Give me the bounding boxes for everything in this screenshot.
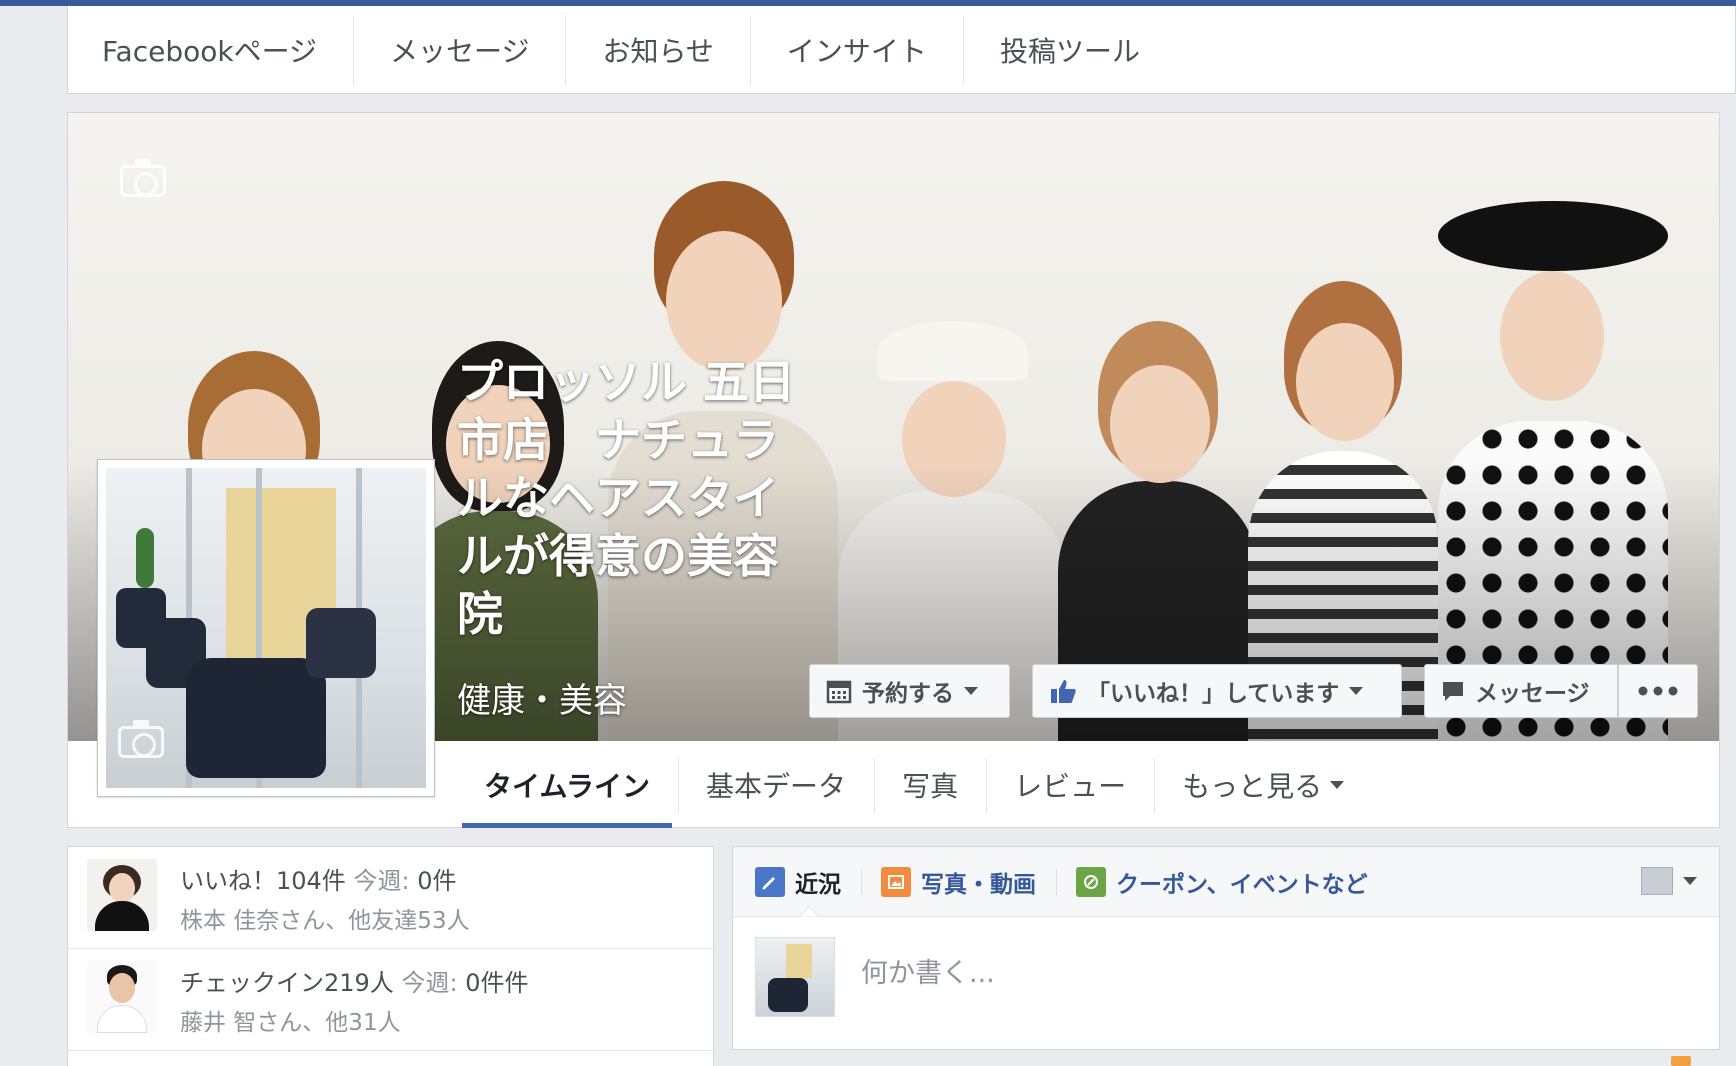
pencil-icon <box>755 866 785 897</box>
composer-tab-photo[interactable]: 写真・動画 <box>861 865 1056 899</box>
composer-tab-offer-label: クーポン、イベントなど <box>1116 871 1368 898</box>
likes-stat-row[interactable]: いいね！104件 今週: 0件 株本 佳奈さん、他友達53人 <box>68 847 713 949</box>
photo-icon <box>881 866 911 897</box>
offer-badge-icon <box>1076 866 1106 897</box>
profile-camera-icon[interactable] <box>118 720 164 758</box>
chevron-down-icon <box>1349 687 1364 695</box>
likes-count: いいね！104件 今週: 0件 <box>180 867 457 895</box>
avatar <box>87 961 157 1033</box>
checkins-friends-text[interactable]: 藤井 智さん、他31人 <box>180 1003 401 1037</box>
page-stats-card: いいね！104件 今週: 0件 株本 佳奈さん、他友達53人 チェックイン219… <box>67 846 714 1066</box>
salon-interior-photo <box>106 468 426 788</box>
message-label: メッセージ <box>1475 681 1590 707</box>
nav-messages[interactable]: メッセージ <box>354 14 567 85</box>
checkins-count: チェックイン219人 今週: 0件件 <box>180 969 529 997</box>
nav-notifications[interactable]: お知らせ <box>566 14 751 85</box>
composer-tab-status[interactable]: 近況 <box>755 865 861 899</box>
message-button[interactable]: メッセージ <box>1424 664 1618 718</box>
tab-more[interactable]: もっと見る <box>1154 742 1372 828</box>
likes-friends-text[interactable]: 株本 佳奈さん、他友達53人 <box>180 901 470 935</box>
chevron-down-icon <box>1683 877 1697 885</box>
page-category: 健康・美容 <box>457 681 627 721</box>
page-cover-card: プロッソル 五日市店 ナチュラルなヘアスタイルが得意の美容院 健康・美容 予約す… <box>67 112 1720 828</box>
checkins-stat-row[interactable]: チェックイン219人 今週: 0件件 藤井 智さん、他31人 <box>68 949 713 1051</box>
book-now-label: 予約する <box>862 681 954 707</box>
composer-input[interactable]: 何か書く... <box>861 951 995 990</box>
scroll-indicator <box>1671 1056 1691 1066</box>
thumbs-up-icon <box>1051 680 1076 703</box>
tab-about[interactable]: 基本データ <box>678 742 874 828</box>
nav-publishing-tools[interactable]: 投稿ツール <box>964 15 1176 85</box>
book-now-button[interactable]: 予約する <box>809 664 1010 718</box>
tab-reviews[interactable]: レビュー <box>986 742 1154 828</box>
profile-picture[interactable] <box>97 459 435 797</box>
liked-button[interactable]: 「いいね！」しています <box>1032 664 1402 718</box>
page-avatar <box>755 937 835 1017</box>
chevron-down-icon <box>964 687 978 695</box>
page-title: プロッソル 五日市店 ナチュラルなヘアスタイルが得意の美容院 <box>457 355 796 641</box>
speech-bubble-icon <box>1443 682 1463 701</box>
nav-facebook-page[interactable]: Facebookページ <box>68 14 355 85</box>
page-admin-nav: Facebookページ メッセージ お知らせ インサイト 投稿ツール <box>67 6 1736 94</box>
page-thumbnail <box>1641 867 1673 895</box>
liked-label: 「いいね！」しています <box>1087 681 1340 707</box>
composer-tab-photo-label: 写真・動画 <box>921 871 1036 898</box>
composer-body[interactable]: 何か書く... <box>733 917 1719 1049</box>
composer-tab-offer[interactable]: クーポン、イベントなど <box>1056 865 1388 899</box>
post-as-selector[interactable] <box>1641 867 1697 895</box>
post-composer: 近況 写真・動画 クーポン、イベントなど 何か書く... <box>732 846 1720 1050</box>
composer-tab-status-label: 近況 <box>795 871 841 898</box>
composer-tabs: 近況 写真・動画 クーポン、イベントなど <box>733 847 1719 917</box>
tab-photos[interactable]: 写真 <box>874 742 986 828</box>
page-tabs: タイムライン 基本データ 写真 レビュー もっと見る <box>456 742 1372 828</box>
cover-camera-icon[interactable] <box>120 159 166 197</box>
nav-insights[interactable]: インサイト <box>751 14 964 85</box>
tab-timeline[interactable]: タイムライン <box>456 742 678 828</box>
ellipsis-icon <box>1638 686 1678 696</box>
chevron-down-icon <box>1330 781 1345 789</box>
composer-notch <box>799 905 819 917</box>
more-options-button[interactable] <box>1618 664 1698 718</box>
tab-more-label: もっと見る <box>1182 770 1323 803</box>
avatar <box>87 859 157 931</box>
calendar-icon <box>826 680 852 704</box>
